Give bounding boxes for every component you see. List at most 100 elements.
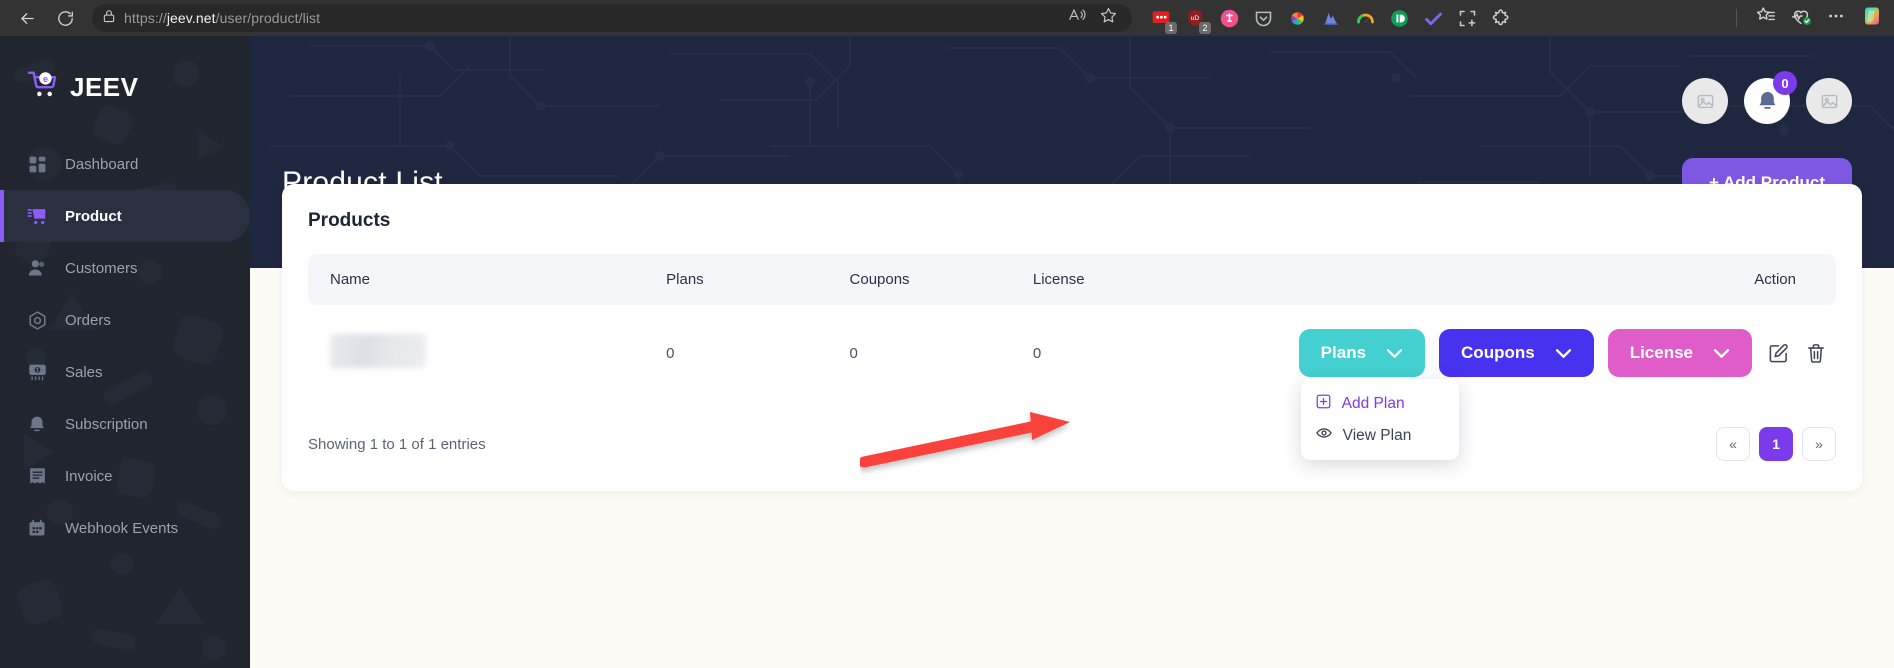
image-placeholder-icon-right[interactable] <box>1806 78 1852 124</box>
dashboard-grid-icon <box>26 153 48 175</box>
bell-icon <box>26 413 48 435</box>
notification-bell-button[interactable]: 0 <box>1744 71 1797 124</box>
pagination-prev-button[interactable]: « <box>1716 427 1750 461</box>
extension-pink-circle[interactable] <box>1218 7 1240 29</box>
sidebar-item-orders[interactable]: Orders <box>0 294 250 346</box>
dropdown-item-label: Add Plan <box>1341 395 1405 412</box>
extension-crop-frame[interactable] <box>1456 7 1478 29</box>
chevron-down-icon <box>1713 348 1730 359</box>
extension-ublock-shield[interactable]: uD 2 <box>1184 7 1211 34</box>
dropdown-item-add-plan[interactable]: Add Plan <box>1301 388 1459 420</box>
license-dropdown-button[interactable]: License <box>1607 329 1752 377</box>
sidebar-item-label: Dashboard <box>65 155 139 173</box>
brand-logo[interactable]: e JEEV <box>0 36 250 114</box>
extension-badge: 2 <box>1199 22 1211 34</box>
sidebar-item-webhook-events[interactable]: Webhook Events <box>0 502 250 554</box>
plans-dropdown-menu: Add Plan View Plan <box>1300 379 1459 460</box>
image-placeholder-icon-left[interactable] <box>1682 78 1728 124</box>
entries-summary: Showing 1 to 1 of 1 entries <box>308 435 486 453</box>
sidebar-item-subscription[interactable]: Subscription <box>0 398 250 450</box>
edit-pencil-icon[interactable] <box>1766 341 1790 365</box>
plans-button-label: Plans <box>1320 343 1367 362</box>
sidebar-item-invoice[interactable]: Invoice <box>0 450 250 502</box>
sidebar: e JEEV Dashboard Product Customers Order… <box>0 36 250 668</box>
dropdown-item-view-plan[interactable]: View Plan <box>1301 420 1459 451</box>
sidebar-nav: Dashboard Product Customers Orders Sales… <box>0 138 250 554</box>
notification-count-badge: 0 <box>1773 71 1797 95</box>
coupons-button-label: Coupons <box>1461 343 1535 362</box>
sidebar-item-label: Subscription <box>65 415 148 433</box>
sidebar-item-label: Product <box>65 207 122 225</box>
extension-purple-check[interactable] <box>1422 7 1444 29</box>
browser-essentials-icon[interactable] <box>1790 5 1812 32</box>
plans-dropdown-wrapper: Plans Add Plan View Plan <box>1298 329 1459 460</box>
dropdown-item-label: View Plan <box>1342 426 1412 444</box>
star-icon[interactable] <box>1099 6 1118 30</box>
sidebar-item-customers[interactable]: Customers <box>0 242 250 294</box>
products-table: Name Plans Coupons License Action 0 0 0 … <box>308 254 1836 460</box>
row-action-group: Plans Add Plan View Plan Coupons License <box>1247 329 1828 460</box>
extension-blue-chart[interactable] <box>1320 7 1342 29</box>
extension-green-circle[interactable] <box>1388 7 1410 29</box>
table-header-row: Name Plans Coupons License Action <box>308 254 1836 305</box>
sidebar-item-dashboard[interactable]: Dashboard <box>0 138 250 190</box>
back-arrow-icon[interactable] <box>10 3 44 33</box>
cell-product-name <box>308 305 644 401</box>
table-row: 0 0 0 Plans Add Plan View Plan Coupons L… <box>308 305 1836 460</box>
cart-e-logo: e <box>26 69 64 106</box>
trash-icon[interactable] <box>1804 341 1828 365</box>
cell-coupons-count: 0 <box>849 344 858 362</box>
column-header-plans[interactable]: Plans <box>644 254 828 305</box>
column-header-name[interactable]: Name <box>308 254 645 305</box>
browser-right-tools <box>1722 4 1884 33</box>
chevron-down-icon <box>1386 348 1403 359</box>
extension-red-dots[interactable]: 1 <box>1150 7 1177 34</box>
extension-pocket-shield[interactable] <box>1252 7 1274 29</box>
products-card-wrapper: Products Name Plans Coupons License Acti… <box>250 184 1894 491</box>
column-header-action: Action <box>1224 254 1836 305</box>
eye-icon <box>1315 426 1332 445</box>
coupons-dropdown-button[interactable]: Coupons <box>1439 329 1594 377</box>
license-button-label: License <box>1629 343 1693 362</box>
svg-text:uD: uD <box>1191 15 1200 22</box>
app-shell: e JEEV Dashboard Product Customers Order… <box>0 36 1894 668</box>
brand-name: JEEV <box>70 71 139 102</box>
pagination-page-1[interactable]: 1 <box>1759 427 1793 461</box>
products-card: Products Name Plans Coupons License Acti… <box>282 184 1862 491</box>
extension-gauge[interactable] <box>1354 7 1376 29</box>
table-head: Name Plans Coupons License Action <box>308 254 1836 305</box>
sidebar-item-label: Customers <box>65 259 138 277</box>
card-title: Products <box>308 210 391 231</box>
plans-dropdown-button[interactable]: Plans <box>1298 329 1426 377</box>
more-options-icon[interactable] <box>1826 6 1846 31</box>
cart-icon <box>26 205 48 227</box>
header-actions: 0 <box>1682 71 1852 124</box>
pagination-next-button[interactable]: » <box>1802 427 1836 461</box>
sidebar-item-product[interactable]: Product <box>0 190 250 242</box>
address-bar[interactable]: https://jeev.net/user/product/list <box>92 4 1132 32</box>
sidebar-item-label: Sales <box>65 363 103 381</box>
copilot-icon[interactable] <box>1860 4 1884 33</box>
table-footer: Showing 1 to 1 of 1 entries « 1 » <box>308 427 1836 461</box>
reload-icon[interactable] <box>48 3 82 33</box>
hexagon-orders-icon <box>26 309 48 331</box>
user-icon <box>26 257 48 279</box>
extension-color-wheel[interactable] <box>1286 7 1308 29</box>
invoice-doc-icon <box>26 465 48 487</box>
toolbar-divider <box>1736 9 1737 27</box>
column-header-coupons[interactable]: Coupons <box>827 254 1011 305</box>
sidebar-item-sales[interactable]: Sales <box>0 346 250 398</box>
extension-puzzle-outline[interactable] <box>1490 7 1512 29</box>
extension-badge: 1 <box>1165 22 1177 34</box>
collections-icon[interactable] <box>1755 5 1776 31</box>
svg-text:e: e <box>43 73 48 83</box>
read-aloud-icon[interactable] <box>1068 7 1087 29</box>
pagination: « 1 » <box>1716 427 1836 461</box>
browser-toolbar: https://jeev.net/user/product/list 1 uD … <box>0 0 1894 36</box>
extension-strip: 1 uD 2 <box>1150 7 1512 34</box>
sidebar-item-label: Orders <box>65 311 111 329</box>
column-header-license[interactable]: License <box>1010 254 1225 305</box>
chevron-down-icon <box>1555 348 1572 359</box>
table-body: 0 0 0 Plans Add Plan View Plan Coupons L… <box>308 305 1836 460</box>
lock-icon <box>102 9 116 28</box>
